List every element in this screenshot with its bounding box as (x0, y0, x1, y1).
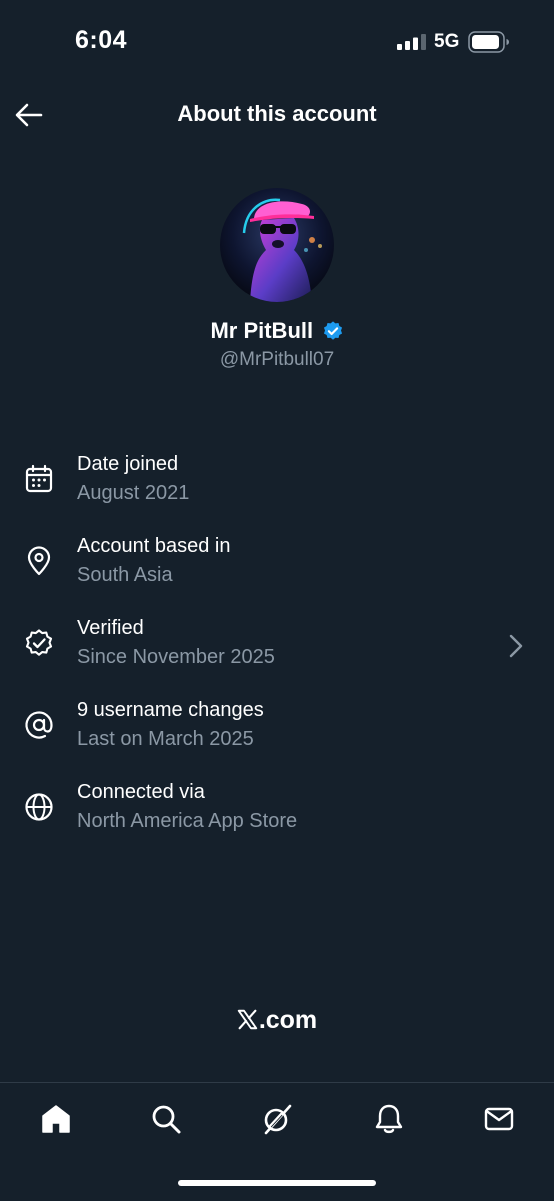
status-bar: 6:04 5G (0, 0, 554, 80)
info-item-connected-via: Connected via North America App Store (0, 768, 554, 850)
grok-icon[interactable] (261, 1103, 293, 1135)
profile-handle: @MrPitbull07 (219, 349, 335, 370)
globe-icon (25, 793, 53, 821)
info-item-date-joined: Date joined August 2021 (0, 440, 554, 522)
profile-name: Mr PitBull (210, 318, 314, 343)
info-value: North America App Store (77, 810, 298, 832)
info-label: 9 username changes (77, 699, 264, 721)
x-brand-footer: .com (0, 1006, 554, 1035)
info-value: South Asia (77, 564, 173, 586)
notifications-bell-icon[interactable] (373, 1103, 405, 1135)
page-title: About this account (177, 101, 377, 126)
at-sign-icon (25, 711, 53, 739)
verified-badge-icon[interactable] (322, 320, 344, 342)
info-value: Since November 2025 (77, 646, 275, 668)
network-type: 5G (434, 31, 460, 52)
header: About this account (0, 86, 554, 144)
profile-avatar[interactable] (220, 188, 334, 302)
status-time: 6:04 (75, 26, 128, 54)
info-label: Account based in (77, 535, 231, 557)
search-icon[interactable] (150, 1103, 182, 1135)
info-label: Verified (77, 617, 144, 639)
x-logo-icon (237, 1009, 258, 1030)
home-icon[interactable] (40, 1103, 72, 1135)
info-value: Last on March 2025 (77, 728, 254, 750)
battery-icon (468, 31, 509, 53)
info-item-account-based-in: Account based in South Asia (0, 522, 554, 604)
chevron-right-icon[interactable] (508, 633, 524, 659)
calendar-icon (25, 464, 53, 493)
brand-suffix: .com (258, 1006, 318, 1034)
location-pin-icon (27, 546, 51, 576)
info-label: Connected via (77, 781, 205, 803)
info-label: Date joined (77, 453, 179, 475)
home-indicator[interactable] (178, 1180, 376, 1186)
info-item-username-changes: 9 username changes Last on March 2025 (0, 686, 554, 768)
verified-check-icon (25, 629, 53, 656)
info-value: August 2021 (77, 482, 190, 504)
messages-envelope-icon[interactable] (483, 1103, 515, 1135)
cellular-signal-icon (397, 34, 426, 50)
info-item-verified[interactable]: Verified Since November 2025 (0, 604, 554, 686)
profile-name-row: Mr PitBull (0, 318, 554, 344)
account-info-list: Date joined August 2021 Account based in… (0, 440, 554, 850)
